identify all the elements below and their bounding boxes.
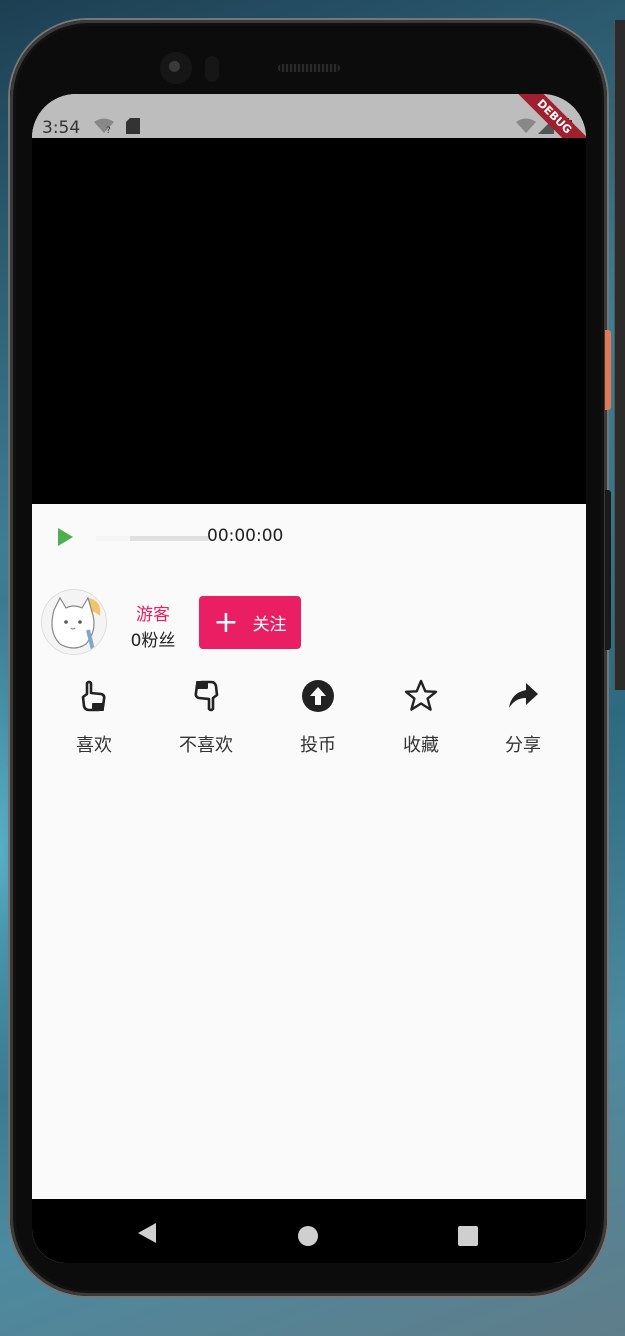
system-nav-bar	[32, 1199, 586, 1263]
recents-icon[interactable]	[458, 1226, 478, 1246]
thumb-up-icon	[81, 680, 106, 712]
action-bar: 喜欢 不喜欢 投币 收藏 分享	[32, 679, 586, 769]
coin-label: 投币	[300, 735, 336, 756]
fans-count: 0粉丝	[130, 631, 176, 651]
share-button[interactable]: 分享	[473, 679, 573, 757]
back-icon[interactable]	[136, 1221, 158, 1245]
follow-label: 关注	[252, 615, 287, 635]
cat-avatar-icon	[42, 590, 106, 654]
favorite-button[interactable]: 收藏	[371, 679, 471, 757]
wifi-icon: ?	[94, 118, 114, 134]
share-icon	[509, 683, 538, 708]
svg-text:?: ?	[106, 126, 111, 134]
earpiece-speaker	[278, 64, 340, 72]
player-controls: 00:00:00	[32, 504, 586, 574]
power-button[interactable]	[605, 490, 611, 650]
author-name[interactable]: 游客	[124, 600, 182, 625]
dislike-label: 不喜欢	[179, 735, 233, 756]
avatar[interactable]	[42, 590, 106, 654]
like-button[interactable]: 喜欢	[44, 679, 144, 757]
progress-slider[interactable]	[96, 536, 208, 541]
signal-wifi-icon	[516, 118, 536, 133]
progress-buffer	[96, 536, 130, 541]
thumb-down-icon	[194, 680, 219, 712]
coin-button[interactable]: 投币	[268, 679, 368, 757]
share-label: 分享	[505, 735, 541, 756]
status-time: 3:54	[42, 118, 81, 138]
dislike-button[interactable]: 不喜欢	[156, 679, 256, 757]
favorite-label: 收藏	[403, 735, 439, 756]
like-label: 喜欢	[76, 735, 112, 756]
sd-card-icon	[126, 118, 140, 134]
sensor-icon	[205, 56, 219, 82]
home-icon[interactable]	[298, 1226, 318, 1246]
star-icon	[404, 679, 438, 711]
video-player[interactable]	[32, 138, 586, 504]
volume-button[interactable]	[605, 330, 611, 410]
status-bar: 3:54 ? DEBUG	[32, 94, 586, 166]
time-display: 00:00:00	[207, 526, 284, 546]
play-icon[interactable]	[54, 526, 76, 548]
plus-icon: +	[213, 604, 239, 640]
arrow-up-circle-icon	[302, 680, 334, 712]
app-screen: 3:54 ? DEBUG 00:00:00 游客 0粉丝 + 关注 喜欢 不喜欢…	[32, 94, 586, 1263]
author-row: 游客 0粉丝 + 关注	[32, 574, 586, 664]
background-panel	[614, 20, 625, 690]
follow-button[interactable]: + 关注	[199, 596, 301, 649]
front-camera-icon	[160, 52, 192, 84]
